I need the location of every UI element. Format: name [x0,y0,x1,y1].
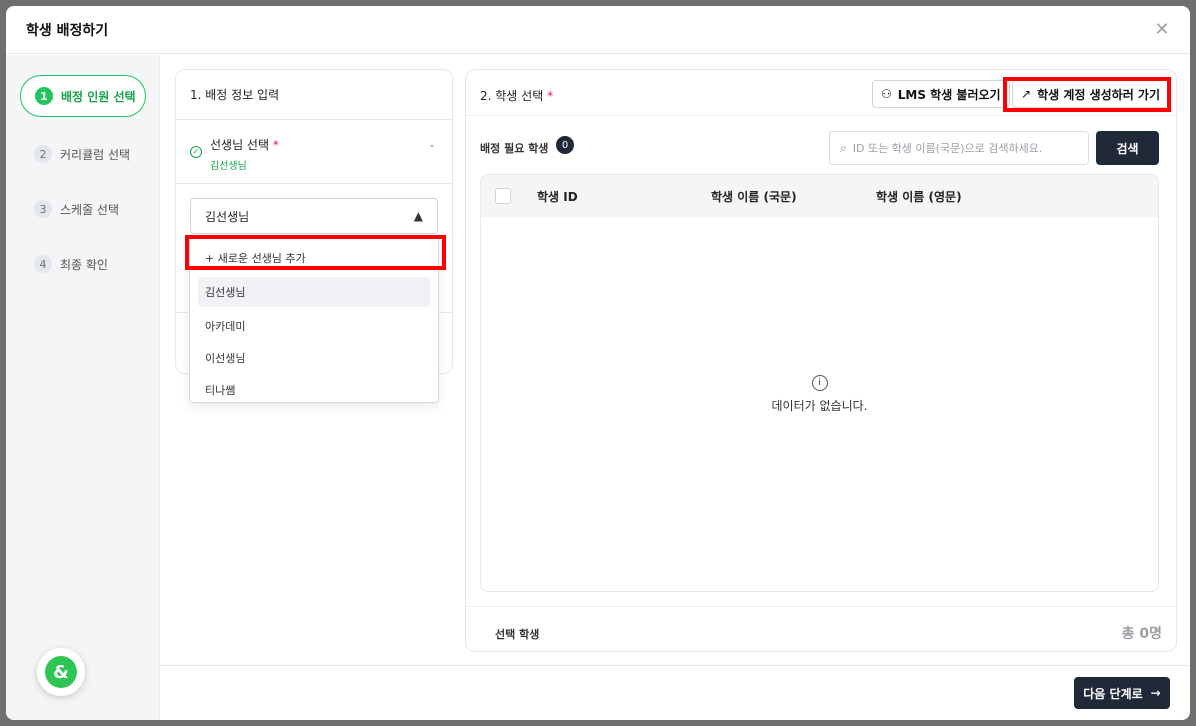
modal-header: 학생 배정하기 ✕ [6,6,1190,54]
chat-icon: & [45,656,77,688]
empty-text: 데이터가 없습니다. [771,399,868,413]
arrow-right-icon: → [1150,686,1161,700]
modal-title: 학생 배정하기 [26,22,109,39]
empty-state: i 데이터가 없습니다. [481,375,1158,414]
assign-students-modal: 학생 배정하기 ✕ 1 배정 인원 선택 2 커리큘럼 선택 3 스케줄 선택 … [6,6,1190,720]
users-icon: ⚇ [881,87,892,101]
table-header: 학생 ID 학생 이름 (국문) 학생 이름 (영문) [481,175,1158,217]
teacher-select-label: 선생님 선택 * [210,138,279,152]
panel1-title: 1. 배정 정보 입력 [176,70,452,120]
next-step-label: 다음 단계로 [1083,686,1143,701]
close-icon[interactable]: ✕ [1152,20,1172,40]
teacher-select[interactable]: 김선생님 ▲ [190,198,438,234]
dropdown-option[interactable]: 아카데미 [198,311,430,341]
step-label: 최종 확인 [60,257,108,272]
step-1[interactable]: 1 배정 인원 선택 [20,75,146,117]
step-label: 스케줄 선택 [60,202,120,217]
info-icon: i [811,375,828,391]
search-icon: ⌕ [840,140,847,155]
teacher-select-value: 김선생님 [205,209,250,224]
step-label: 커리큘럼 선택 [60,147,131,162]
column-student-id: 학생 ID [537,189,578,204]
highlight-box-add-teacher [185,235,446,270]
step-label: 배정 인원 선택 [61,89,136,104]
select-all-checkbox[interactable] [495,188,511,204]
dropdown-option[interactable]: 티나쌤 [198,375,430,405]
panel2-title: 2. 학생 선택 * [480,89,554,103]
teacher-accordion[interactable]: ✓ 선생님 선택 * 김선생님 ⌃ [176,120,452,184]
footer-divider [160,665,1190,666]
chevron-up-icon[interactable]: ⌃ [428,144,436,155]
divider [466,606,1176,607]
step-number: 3 [34,200,52,218]
step-number: 2 [34,145,52,163]
dropdown-option[interactable]: 이선생님 [198,343,430,373]
student-table: 학생 ID 학생 이름 (국문) 학생 이름 (영문) i 데이터가 없습니다. [480,174,1159,592]
chat-support-button[interactable]: & [37,648,85,696]
step-3[interactable]: 3 스케줄 선택 [20,188,146,230]
caret-up-icon: ▲ [413,209,423,223]
teacher-selected-value: 김선생님 [210,161,247,172]
check-circle-icon: ✓ [190,146,202,158]
step-sidebar: 1 배정 인원 선택 2 커리큘럼 선택 3 스케줄 선택 4 최종 확인 & [6,55,160,720]
step-number: 1 [35,87,53,105]
search-button[interactable]: 검색 [1096,131,1159,165]
total-count: 총 0명 [1121,626,1162,642]
student-select-panel: 2. 학생 선택 * ⚇ LMS 학생 불러오기 ↗ 학생 계정 생성하러 가기… [465,69,1177,652]
search-input[interactable] [852,141,1073,155]
step-number: 4 [34,255,52,273]
highlight-box-create-account [1003,77,1171,112]
need-students-label: 배정 필요 학생 [480,142,549,155]
dropdown-option[interactable]: 김선생님 [198,277,430,307]
lms-import-button[interactable]: ⚇ LMS 학생 불러오기 [872,80,1010,108]
step-2[interactable]: 2 커리큘럼 선택 [20,133,146,175]
selected-students-label: 선택 학생 [495,628,540,641]
step-4[interactable]: 4 최종 확인 [20,243,146,285]
need-count-badge: 0 [556,136,574,154]
next-step-button[interactable]: 다음 단계로 → [1074,677,1170,709]
lms-import-label: LMS 학생 불러오기 [897,87,1001,102]
column-name-kr: 학생 이름 (국문) [711,189,797,204]
column-name-en: 학생 이름 (영문) [876,189,962,204]
student-search[interactable]: ⌕ [829,131,1089,165]
